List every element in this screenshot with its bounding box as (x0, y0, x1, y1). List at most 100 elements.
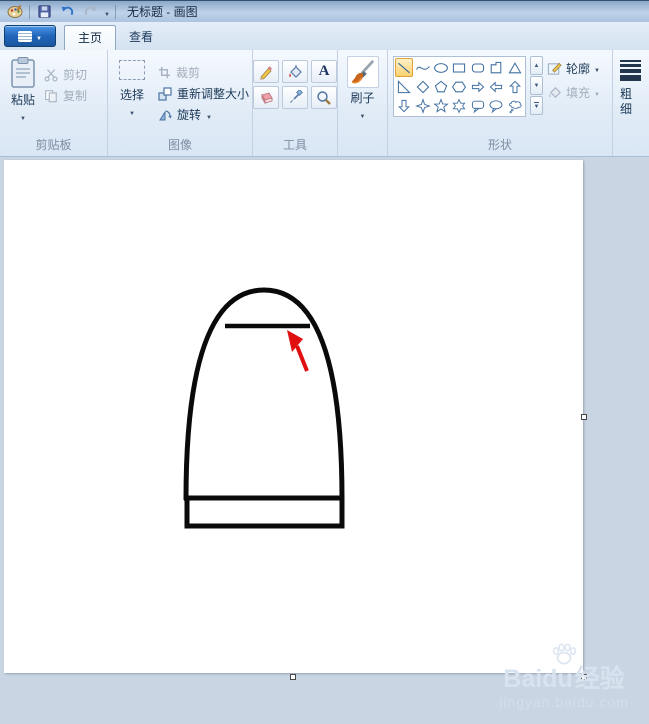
resize-icon (158, 86, 172, 101)
titlebar-separator (29, 4, 30, 19)
watermark-brand: Baidu (503, 665, 573, 693)
shape-curve[interactable] (413, 58, 431, 77)
shape-up-arrow[interactable] (506, 77, 524, 96)
shape-rectangle[interactable] (450, 58, 468, 77)
shape-diamond[interactable] (413, 77, 431, 96)
shapes-gallery-more-button[interactable]: ▼ (530, 96, 543, 115)
select-dropdown-icon (129, 104, 135, 118)
outline-label: 轮廓 (566, 61, 591, 76)
paste-label: 粘贴 (10, 93, 35, 107)
shape-left-arrow[interactable] (487, 77, 505, 96)
annotation-arrow (287, 330, 309, 372)
crop-icon (158, 66, 171, 79)
ribbon-tab-row: 主页 查看 (0, 22, 649, 50)
fill-tool[interactable] (282, 60, 308, 83)
group-shapes: ▲ ▼ ▼ 轮廓 填充 形状 (388, 50, 613, 156)
shape-triangle[interactable] (506, 58, 524, 77)
shape-rounded-callout[interactable] (469, 96, 487, 115)
redo-icon (84, 6, 96, 15)
select-rectangle-icon (119, 60, 145, 80)
brushes-dropdown-icon (360, 107, 366, 121)
shapes-scroll-up-button[interactable]: ▲ (530, 56, 543, 75)
group-size[interactable]: 粗细 (613, 50, 649, 156)
cut-label: 剪切 (63, 68, 88, 82)
file-menu-button[interactable] (4, 25, 56, 47)
rotate-dropdown-icon (206, 108, 212, 122)
redo-button[interactable] (81, 3, 99, 21)
watermark: Baidu 经验 jingyan.baidu.com (481, 642, 647, 710)
select-label: 选择 (119, 88, 144, 102)
fill-label: 填充 (566, 85, 591, 100)
shape-rounded-rectangle[interactable] (469, 58, 487, 77)
shape-five-point-star[interactable] (432, 96, 450, 115)
work-area: Baidu 经验 jingyan.baidu.com (0, 157, 649, 724)
fill-bucket-icon (289, 64, 302, 78)
paste-dropdown-icon (20, 109, 26, 123)
paint-app-icon[interactable] (6, 3, 24, 21)
shape-cloud-callout[interactable] (506, 96, 524, 115)
rotate-button[interactable]: 旋转 (158, 104, 249, 125)
cut-button[interactable]: 剪切 (44, 64, 87, 85)
resize-button[interactable]: 重新调整大小 (158, 83, 249, 104)
brushes-button[interactable]: 刷子 (346, 56, 379, 156)
ribbon: 粘贴 剪切 复制 剪贴板 (0, 50, 649, 157)
outline-dropdown-icon (594, 61, 600, 75)
clipboard-group-label: 剪贴板 (35, 138, 72, 152)
shapes-gallery (393, 56, 526, 117)
pencil-tool[interactable] (253, 60, 279, 83)
shape-right-arrow[interactable] (469, 77, 487, 96)
text-tool-icon: A (318, 63, 330, 79)
text-tool[interactable]: A (311, 60, 337, 83)
line-thickness-icon (620, 60, 649, 81)
canvas-resize-handle-right[interactable] (581, 414, 587, 420)
copy-icon (45, 89, 57, 102)
group-clipboard: 粘贴 剪切 复制 剪贴板 (0, 50, 108, 156)
bell-drawing (183, 287, 345, 529)
fill-button[interactable]: 填充 (547, 82, 600, 102)
eraser-tool[interactable] (253, 86, 279, 109)
save-icon (37, 5, 51, 18)
palette-icon (7, 5, 23, 18)
brush-icon (346, 56, 379, 88)
tab-home[interactable]: 主页 (64, 25, 117, 50)
shape-six-point-star[interactable] (450, 96, 468, 115)
shape-four-point-star[interactable] (413, 96, 431, 115)
magnifier-tool[interactable] (311, 86, 337, 109)
shape-ellipse[interactable] (432, 58, 450, 77)
copy-button[interactable]: 复制 (44, 85, 87, 106)
eraser-icon (261, 91, 273, 105)
size-label: 粗细 (620, 87, 633, 116)
rotate-label: 旋转 (177, 108, 202, 122)
color-picker-tool[interactable] (282, 86, 308, 109)
clipboard-icon (11, 57, 35, 88)
crop-button[interactable]: 裁剪 (158, 62, 249, 83)
outline-icon (547, 62, 562, 75)
save-button[interactable] (35, 3, 53, 21)
shape-polygon[interactable] (487, 58, 505, 77)
file-menu-icon (18, 30, 33, 42)
undo-button[interactable] (58, 3, 76, 21)
scissors-icon (44, 68, 58, 81)
shape-right-triangle[interactable] (395, 77, 413, 96)
outline-button[interactable]: 轮廓 (547, 58, 600, 78)
paint-canvas[interactable] (4, 160, 583, 673)
eyedropper-icon (290, 89, 303, 103)
undo-icon (61, 6, 73, 15)
canvas-resize-handle-bottom[interactable] (290, 674, 296, 680)
shape-down-arrow[interactable] (395, 96, 413, 115)
resize-label: 重新调整大小 (177, 87, 250, 101)
shape-pentagon[interactable] (432, 77, 450, 96)
shape-line[interactable] (395, 58, 414, 77)
brushes-label: 刷子 (350, 91, 375, 105)
rotate-icon (159, 109, 172, 120)
pencil-icon (260, 65, 273, 80)
quick-access-dropdown-icon[interactable] (104, 5, 110, 19)
shapes-scroll-down-button[interactable]: ▼ (530, 76, 543, 95)
shape-hexagon[interactable] (450, 77, 468, 96)
shape-oval-callout[interactable] (487, 96, 505, 115)
image-group-label: 图像 (167, 138, 192, 152)
paw-icon (552, 643, 577, 665)
tab-view[interactable]: 查看 (116, 25, 166, 50)
group-brushes: 刷子 (338, 50, 388, 156)
group-tools: A 工具 (253, 50, 338, 156)
